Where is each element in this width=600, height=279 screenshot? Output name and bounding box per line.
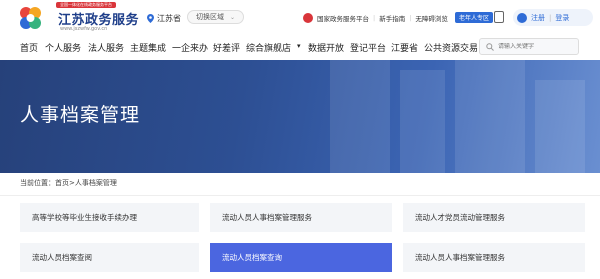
nav-item-home[interactable]: 首页 <box>20 41 38 54</box>
nav-item-review[interactable]: 好差评 <box>213 41 240 54</box>
breadcrumb: 当前位置：首页>人事档案管理 <box>20 178 117 188</box>
nav-item-personal[interactable]: 个人服务 <box>45 41 81 54</box>
location-pin-icon <box>147 14 154 23</box>
gov-link-accessibility[interactable]: 无障碍浏览 <box>415 13 448 23</box>
service-card[interactable]: 高等学校等毕业生接收手续办理 <box>20 203 199 232</box>
location-label: 江苏省 <box>157 14 181 23</box>
search-icon[interactable] <box>486 42 494 51</box>
service-card-active[interactable]: 流动人员档案查询 <box>210 243 392 272</box>
gov-link-guide[interactable]: 新手指南 <box>379 13 405 23</box>
banner-decoration <box>400 70 445 173</box>
nav-item-theme[interactable]: 主题集成 <box>130 41 166 54</box>
login-link[interactable]: 登录 <box>555 13 569 23</box>
breadcrumb-home[interactable]: 首页 <box>55 179 69 187</box>
gov-link-national[interactable]: 国家政务服务平台 <box>317 13 369 23</box>
register-link[interactable]: 注册 <box>531 13 545 23</box>
search-box <box>479 38 579 55</box>
chevron-down-icon: ⌄ <box>230 13 236 21</box>
switch-region-button[interactable]: 切换区域 ⌄ <box>187 10 245 24</box>
mobile-app-icon[interactable] <box>494 11 504 23</box>
switch-region-label: 切换区域 <box>196 13 224 21</box>
jiangsu-logo-icon[interactable] <box>16 4 46 32</box>
page-title: 人事档案管理 <box>20 104 141 126</box>
gov-links: 国家政务服务平台 | 新手指南 | 无障碍浏览 <box>303 13 448 23</box>
banner-decoration <box>455 60 525 173</box>
search-input[interactable] <box>498 43 568 50</box>
divider <box>0 195 600 196</box>
nav-item-register-platform[interactable]: 登记平台 <box>350 41 386 54</box>
nav-item-public-resource[interactable]: 公共资源交易 <box>424 41 478 54</box>
logo-slogan: 全国一体化在线政务服务平台 <box>56 2 116 8</box>
logo-url: www.jszwfw.gov.cn <box>60 26 108 32</box>
nav-item-legal[interactable]: 法人服务 <box>88 41 124 54</box>
elder-mode-button[interactable]: 老年人专区 <box>455 12 494 23</box>
chevron-down-icon: ▾ <box>297 42 301 50</box>
nav-item-flagship[interactable]: 综合旗舰店 <box>246 41 291 54</box>
service-card[interactable]: 流动人员档案查阅 <box>20 243 199 272</box>
login-box: 注册 | 登录 <box>513 9 593 26</box>
divider: | <box>409 14 412 22</box>
divider: | <box>549 13 552 22</box>
banner-decoration <box>330 60 390 173</box>
current-location: 江苏省 <box>147 13 181 24</box>
page-banner: 人事档案管理 <box>0 60 600 173</box>
breadcrumb-current: 人事档案管理 <box>74 179 117 187</box>
nav-item-open-data[interactable]: 数据开放 <box>308 41 344 54</box>
banner-decoration <box>535 80 585 173</box>
user-avatar-icon <box>517 12 527 23</box>
nav-item-one-enterprise[interactable]: 一企来办 <box>172 41 208 54</box>
breadcrumb-prefix: 当前位置： <box>20 179 55 187</box>
divider: | <box>373 14 376 22</box>
service-card[interactable]: 流动人才党员流动管理服务 <box>403 203 585 232</box>
nav-item-jiangyaosheng[interactable]: 江要省 <box>391 41 418 54</box>
top-header: 全国一体化在线政务服务平台 江苏政务服务 www.jszwfw.gov.cn 江… <box>0 0 600 36</box>
national-emblem-icon <box>303 13 313 23</box>
service-card[interactable]: 流动人员人事档案管理服务 <box>403 243 585 272</box>
service-card[interactable]: 流动人员人事档案管理服务 <box>210 203 392 232</box>
